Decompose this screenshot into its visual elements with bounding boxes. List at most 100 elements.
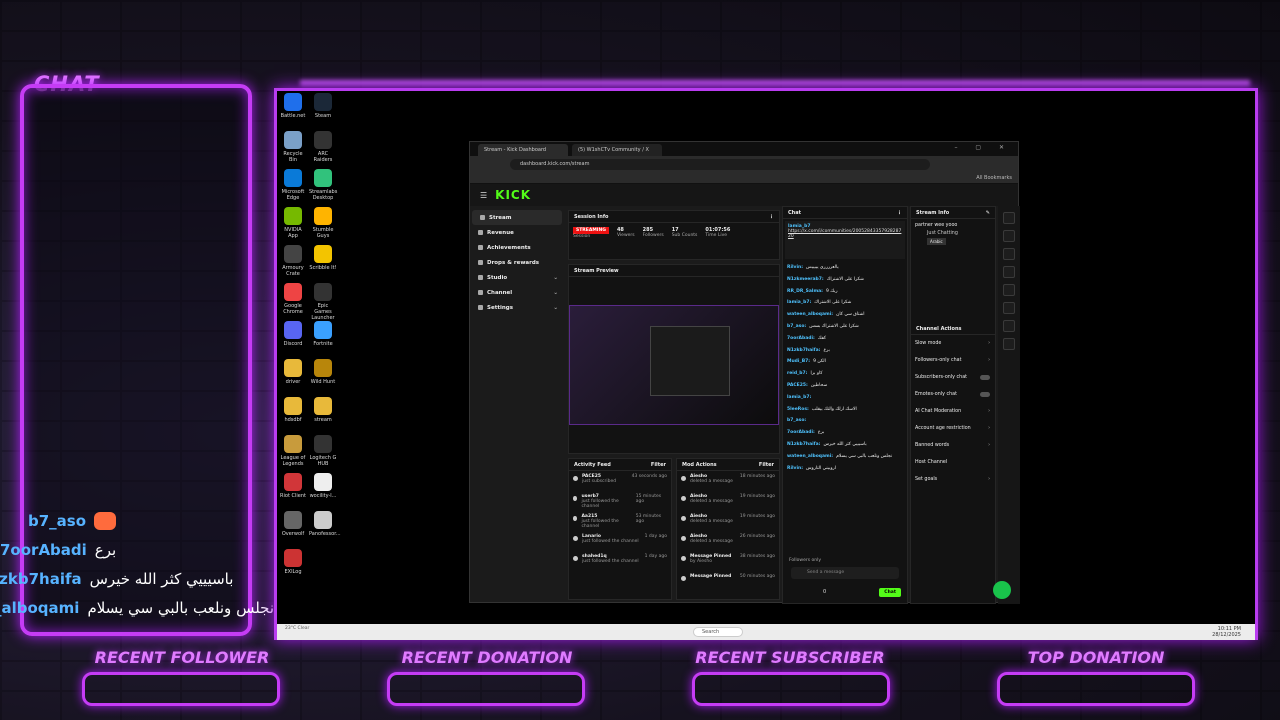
taskbar-search[interactable]: Search: [693, 627, 743, 637]
sidebar-item-stream[interactable]: Stream: [472, 210, 562, 225]
more-icon[interactable]: ⋮: [769, 211, 774, 222]
kick-logo[interactable]: KICK: [495, 188, 531, 202]
channel-action-item[interactable]: AI Chat Moderation ›: [911, 403, 995, 420]
sidebar-item-achievements[interactable]: Achievements: [470, 240, 564, 255]
mod-row[interactable]: Aiesho deleted a message 18 minutes ago: [677, 471, 779, 491]
sidebar-item-channel[interactable]: Channel ⌄: [470, 285, 564, 300]
toggle-switch[interactable]: [980, 375, 990, 380]
chat-message[interactable]: N1zkb7haifa: برع: [783, 344, 907, 356]
channel-action-item[interactable]: Slow mode ›: [911, 335, 995, 352]
chat-message[interactable]: 5leeRos: الاسك ارلك والتك بيقلب: [783, 403, 907, 415]
channel-action-item[interactable]: Subscribers-only chat: [911, 369, 995, 386]
channel-action-item[interactable]: Set goals ›: [911, 471, 995, 488]
weather-widget[interactable]: 23°C Clear: [285, 626, 309, 631]
channel-action-item[interactable]: Host Channel: [911, 454, 995, 471]
chat-message[interactable]: wateen_alboqami: اشتاق سي كان: [783, 308, 907, 320]
desktop-icon[interactable]: hdsdbf: [279, 397, 307, 423]
tab-kick-dashboard[interactable]: Stream - Kick Dashboard: [478, 144, 568, 156]
chat-message[interactable]: PACE25: سحاطين: [783, 379, 907, 391]
chat-message[interactable]: Mudi_B7: الكن 9: [783, 355, 907, 367]
url-input[interactable]: dashboard.kick.com/stream: [510, 158, 930, 170]
desktop-icon[interactable]: Wild Hunt: [309, 359, 337, 385]
chat-message[interactable]: RR_DR_Salma: 9 ربك: [783, 285, 907, 297]
green-app-icon[interactable]: [993, 581, 1011, 599]
channel-action-item[interactable]: Account age restriction ›: [911, 420, 995, 437]
toggle-switch[interactable]: [980, 392, 990, 397]
desktop-icon[interactable]: stream: [309, 397, 337, 423]
desktop-icon[interactable]: Google Chrome: [279, 283, 307, 315]
desktop-icon[interactable]: Streamlabs Desktop: [309, 169, 337, 201]
desktop-icon[interactable]: EXILog: [279, 549, 307, 575]
activity-row[interactable]: PACE25 just subscribed 43 seconds ago: [569, 471, 671, 491]
desktop-icon[interactable]: ARC Raiders: [309, 131, 337, 163]
sidebar-item-settings[interactable]: Settings ⌄: [470, 300, 564, 315]
chat-message[interactable]: 7oorAbadi: برع: [783, 426, 907, 438]
chat-message[interactable]: N1zkmeerab7: شكرا على الاشتراك: [783, 273, 907, 285]
channel-action-item[interactable]: Emotes-only chat: [911, 386, 995, 403]
channel-action-item[interactable]: Banned words ›: [911, 437, 995, 454]
bookmarks-bar[interactable]: All Bookmarks: [470, 172, 1018, 184]
stream-preview-video[interactable]: [569, 305, 779, 425]
desktop-icon[interactable]: NVIDIA App: [279, 207, 307, 239]
desktop-icon[interactable]: Battle.net: [279, 93, 307, 119]
chat-send-button[interactable]: Chat: [879, 588, 901, 597]
mod-row[interactable]: Message Pinned 50 minutes ago: [677, 571, 779, 591]
mod-row[interactable]: Message Pinned by Aiesho 38 minutes ago: [677, 551, 779, 571]
activity-row[interactable]: userb7 just followed the channel 15 minute…: [569, 491, 671, 511]
chat-message[interactable]: reid_b7: كاو برا: [783, 367, 907, 379]
desktop-icon[interactable]: driver: [279, 359, 307, 385]
desktop-icon[interactable]: Epic Games Launcher: [309, 283, 337, 321]
taskbar-clock[interactable]: 10:11 PM 28/12/2025: [1212, 626, 1241, 638]
chat-message[interactable]: lamia_b7: شكرا على الاشتراك: [783, 296, 907, 308]
more-icon[interactable]: ⋮: [897, 207, 902, 218]
desktop-icon[interactable]: wocility-l...: [309, 473, 337, 499]
menu-icon[interactable]: ☰: [480, 191, 487, 200]
chat-message[interactable]: wateen_alboqami: نجلس ونلعب بالبي سي يسلا…: [783, 450, 907, 462]
chat-message[interactable]: b7_aso:: [783, 414, 907, 426]
desktop-icon[interactable]: Fortnite: [309, 321, 337, 347]
desktop-icon[interactable]: Recycle Bin: [279, 131, 307, 163]
desktop-icon[interactable]: Microsoft Edge: [279, 169, 307, 201]
activity-row[interactable]: Aa215 just followed the channel 53 minutes…: [569, 511, 671, 531]
edit-icon[interactable]: ✎: [986, 207, 990, 218]
pinned-link[interactable]: https://x.com/i/communities/200528433579…: [788, 229, 901, 239]
mod-row[interactable]: Aiesho deleted a message 19 minutes ago: [677, 491, 779, 511]
tool-icon[interactable]: [1003, 320, 1015, 332]
chat-message[interactable]: Rilvin: اروبيني التاروس: [783, 462, 907, 474]
chat-message[interactable]: Rilvin: يالعرررري يييييس: [783, 261, 907, 273]
tool-icon[interactable]: [1003, 338, 1015, 350]
mod-row[interactable]: Aiesho deleted a message 19 minutes ago: [677, 511, 779, 531]
tool-icon[interactable]: [1003, 284, 1015, 296]
mod-row[interactable]: Aiesho deleted a message 26 minutes ago: [677, 531, 779, 551]
send-message-input[interactable]: Send a message: [791, 567, 899, 579]
sidebar-item-drops[interactable]: Drops & rewards: [470, 255, 564, 270]
desktop-icon[interactable]: Logitech G HUB: [309, 435, 337, 467]
activity-row[interactable]: Lanario just followed the channel 1 day ag…: [569, 531, 671, 551]
filter-button[interactable]: Filter: [759, 459, 774, 470]
tool-icon[interactable]: [1003, 248, 1015, 260]
chat-message[interactable]: N1zkb7haifa: باسيييي كثر الله خيرس: [783, 438, 907, 450]
window-controls[interactable]: – ▢ ✕: [954, 144, 1012, 151]
tool-icon[interactable]: [1003, 212, 1015, 224]
tool-icon[interactable]: [1003, 302, 1015, 314]
desktop-icon[interactable]: Panofessor...: [309, 511, 341, 537]
sidebar-item-revenue[interactable]: Revenue: [470, 225, 564, 240]
tool-icon[interactable]: [1003, 266, 1015, 278]
tab-x-community[interactable]: (5) W1shCTv Community / X: [572, 144, 662, 156]
filter-button[interactable]: Filter: [651, 459, 666, 470]
desktop-icon[interactable]: League of Legends: [279, 435, 307, 467]
sidebar-item-studio[interactable]: Studio ⌄: [470, 270, 564, 285]
desktop-icon[interactable]: Riot Client: [279, 473, 307, 499]
channel-action-item[interactable]: Followers-only chat ›: [911, 352, 995, 369]
tool-icon[interactable]: [1003, 230, 1015, 242]
chat-message[interactable]: 7oorAbadi: كفك: [783, 332, 907, 344]
desktop-icon[interactable]: Overwolf: [279, 511, 307, 537]
desktop-icon[interactable]: Steam: [309, 93, 337, 119]
desktop-icon[interactable]: Stumble Guys: [309, 207, 337, 239]
desktop-icon[interactable]: Scribble It!: [309, 245, 337, 271]
desktop-icon[interactable]: Discord: [279, 321, 307, 347]
desktop-icon[interactable]: Armoury Crate: [279, 245, 307, 277]
chat-message[interactable]: b7_aso: شكرا على الاشتراك بسس: [783, 320, 907, 332]
activity-row[interactable]: shahed1q just followed the channel 1 day a…: [569, 551, 671, 571]
chat-message[interactable]: lamia_b7:: [783, 391, 907, 403]
